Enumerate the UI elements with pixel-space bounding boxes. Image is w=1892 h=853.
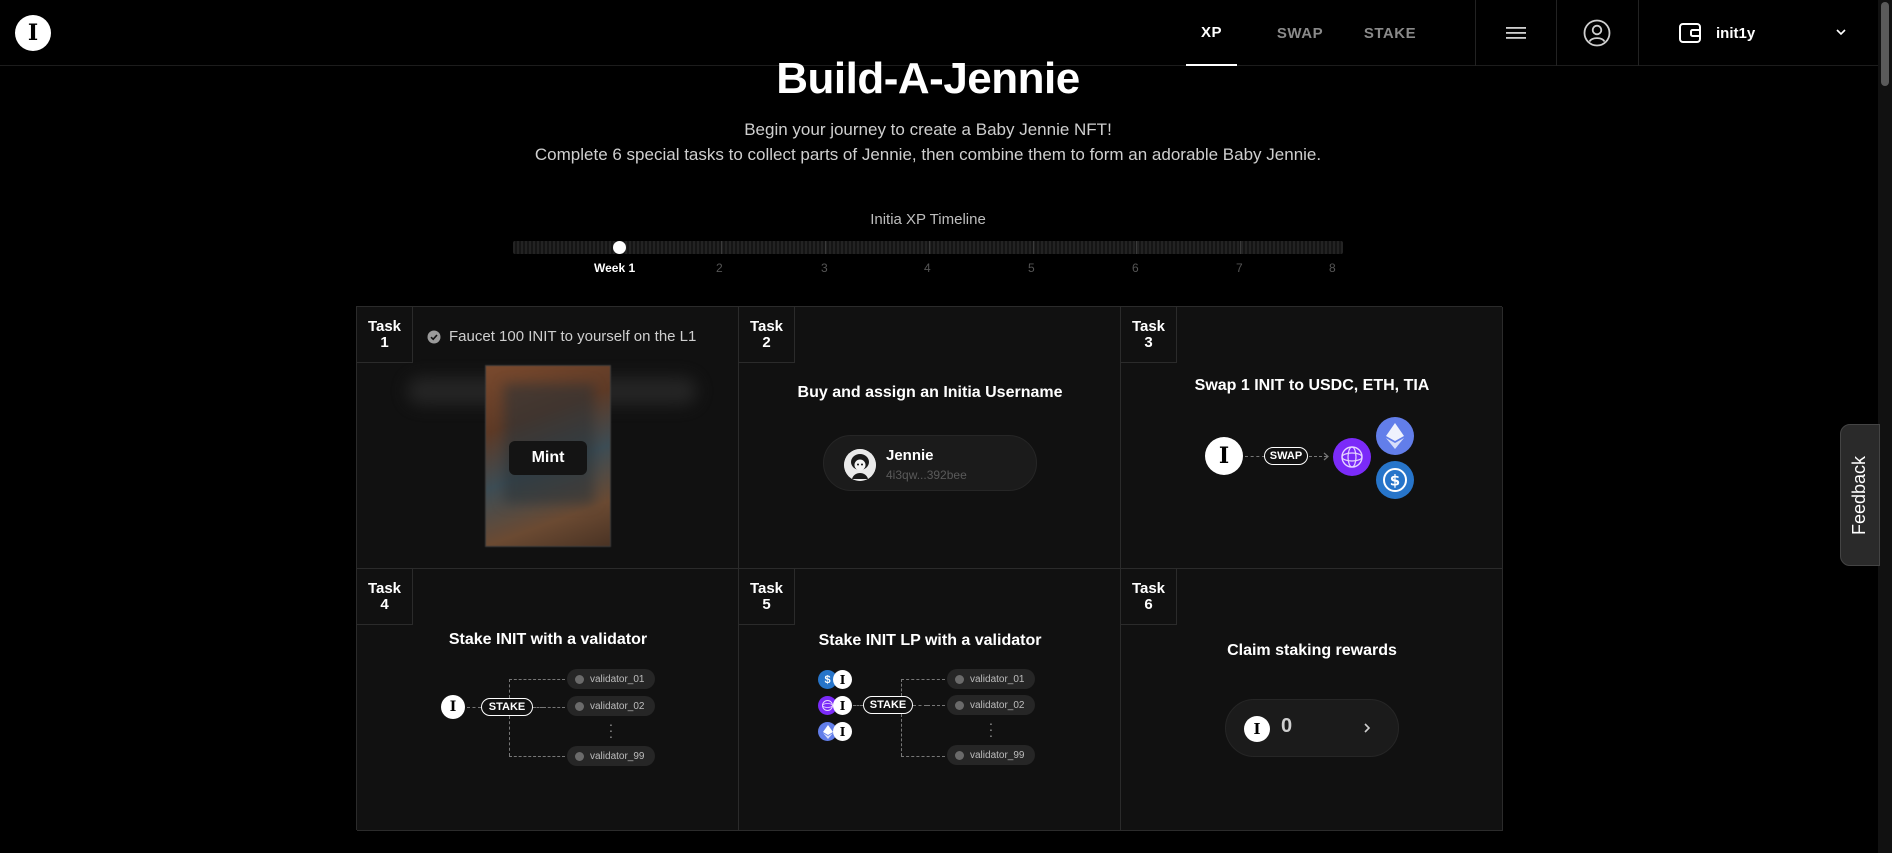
- timeline-label: Initia XP Timeline: [870, 211, 986, 228]
- timeline-week: 8: [1329, 261, 1336, 275]
- init-token-icon: I: [1244, 716, 1270, 742]
- task-tag: Task 6: [1121, 569, 1177, 625]
- page-title: Build-A-Jennie: [776, 54, 1080, 103]
- timeline-week: 7: [1236, 261, 1243, 275]
- connector-line: [853, 705, 863, 706]
- usdc-icon: $: [1376, 461, 1414, 499]
- initia-logo-icon[interactable]: I: [15, 15, 51, 51]
- task-card-3: Task 3 Swap 1 INIT to USDC, ETH, TIA I SW…: [1121, 307, 1503, 569]
- user-circle-icon[interactable]: [1557, 13, 1637, 53]
- claim-rewards-button[interactable]: I 0: [1225, 699, 1399, 757]
- connector-line: [509, 679, 510, 698]
- username: Jennie: [886, 447, 934, 464]
- task-title: Stake INIT LP with a validator: [818, 632, 1042, 649]
- task-card-2: Task 2 Buy and assign an Initia Username …: [739, 307, 1121, 569]
- wallet-icon: [1679, 23, 1701, 43]
- ellipsis-vertical-icon: · · ·: [988, 715, 994, 743]
- timeline-tick: [825, 241, 826, 254]
- validator-item: validator_02: [567, 696, 655, 716]
- stake-label: STAKE: [863, 696, 913, 714]
- validator-item: validator_01: [567, 669, 655, 689]
- arrow-right-icon: [1323, 452, 1329, 461]
- svg-text:$: $: [1390, 472, 1400, 490]
- connector-line: [1245, 456, 1265, 457]
- connector-line: [509, 756, 565, 757]
- task-card-5: Task 5 Stake INIT LP with a validator $ I…: [739, 569, 1121, 831]
- page-scrollbar[interactable]: [1878, 0, 1892, 853]
- feedback-tab[interactable]: Feedback: [1840, 424, 1880, 566]
- connector-line: [467, 707, 481, 708]
- timeline-tick: [721, 241, 722, 254]
- reward-amount: 0: [1281, 715, 1293, 737]
- eth-icon: [1376, 417, 1414, 455]
- chevron-down-icon: [1836, 29, 1846, 36]
- timeline-week: 4: [924, 261, 931, 275]
- connector-line: [543, 707, 565, 708]
- task-title: Faucet 100 INIT to yourself on the L1: [449, 328, 697, 345]
- task-tag: Task 5: [739, 569, 795, 625]
- validator-item: validator_01: [947, 669, 1035, 689]
- avatar: [844, 449, 876, 481]
- init-token-icon: I: [1205, 437, 1243, 475]
- connector-line: [509, 679, 565, 680]
- timeline-tick: [1136, 241, 1137, 254]
- page-description: Complete 6 special tasks to collect part…: [534, 145, 1322, 164]
- connector-line: [901, 679, 945, 680]
- connector-line: [901, 756, 945, 757]
- scrollbar-thumb[interactable]: [1881, 2, 1889, 86]
- timeline-tick: [1240, 241, 1241, 254]
- mint-button[interactable]: Mint: [509, 441, 587, 475]
- timeline-week: 5: [1028, 261, 1035, 275]
- connector-line: [509, 716, 510, 756]
- connector-line: [927, 705, 945, 706]
- hamburger-menu-icon[interactable]: [1476, 18, 1556, 48]
- ellipsis-vertical-icon: · · ·: [608, 716, 614, 744]
- timeline-track: [513, 241, 1343, 254]
- task-title: Swap 1 INIT to USDC, ETH, TIA: [1194, 377, 1430, 394]
- task-card-4: Task 4 Stake INIT with a validator I STAK…: [357, 569, 739, 831]
- task-tag: Task 3: [1121, 307, 1177, 363]
- timeline-week: 3: [821, 261, 828, 275]
- task-card-6: Task 6 Claim staking rewards I 0: [1121, 569, 1503, 831]
- timeline-week: 2: [716, 261, 723, 275]
- connector-line: [901, 714, 902, 756]
- task-1-status: Faucet 100 INIT to yourself on the L1: [427, 328, 696, 345]
- connector-line: [913, 705, 927, 706]
- chevron-right-icon: [1364, 723, 1371, 733]
- task-tag: Task 1: [357, 307, 413, 363]
- stake-label: STAKE: [481, 698, 533, 716]
- username-address: 4i3qw...392bee: [886, 468, 967, 482]
- task-grid: Task 1 Faucet 100 INIT to yourself on the…: [356, 306, 1503, 831]
- init-token-icon: I: [833, 722, 852, 741]
- timeline-tick: [1033, 241, 1034, 254]
- connector-line: [901, 679, 902, 696]
- tia-icon: [1333, 438, 1371, 476]
- timeline-tick: [929, 241, 930, 254]
- validator-item: validator_99: [947, 745, 1035, 765]
- validator-item: validator_99: [567, 746, 655, 766]
- swap-label: SWAP: [1264, 447, 1308, 465]
- check-circle-icon: [427, 330, 441, 343]
- task-title: Stake INIT with a validator: [448, 631, 648, 648]
- task-title: Buy and assign an Initia Username: [797, 384, 1063, 401]
- timeline-current-marker: [613, 241, 626, 254]
- wallet-button[interactable]: init1y: [1678, 16, 1848, 50]
- username-card: Jennie 4i3qw...392bee: [823, 435, 1037, 491]
- timeline-week: 6: [1132, 261, 1139, 275]
- init-token-icon: I: [833, 670, 852, 689]
- task-card-1: Task 1 Faucet 100 INIT to yourself on the…: [357, 307, 739, 569]
- page-subtitle: Begin your journey to create a Baby Jenn…: [744, 120, 1112, 139]
- init-token-icon: I: [441, 695, 465, 719]
- task-tag: Task 4: [357, 569, 413, 625]
- wallet-address: init1y: [1716, 24, 1756, 42]
- init-token-icon: I: [833, 696, 852, 715]
- task-title: Claim staking rewards: [1227, 642, 1397, 659]
- timeline-week: Week 1: [594, 261, 636, 275]
- connector-line: [533, 707, 543, 708]
- validator-item: validator_02: [947, 695, 1035, 715]
- task-tag: Task 2: [739, 307, 795, 363]
